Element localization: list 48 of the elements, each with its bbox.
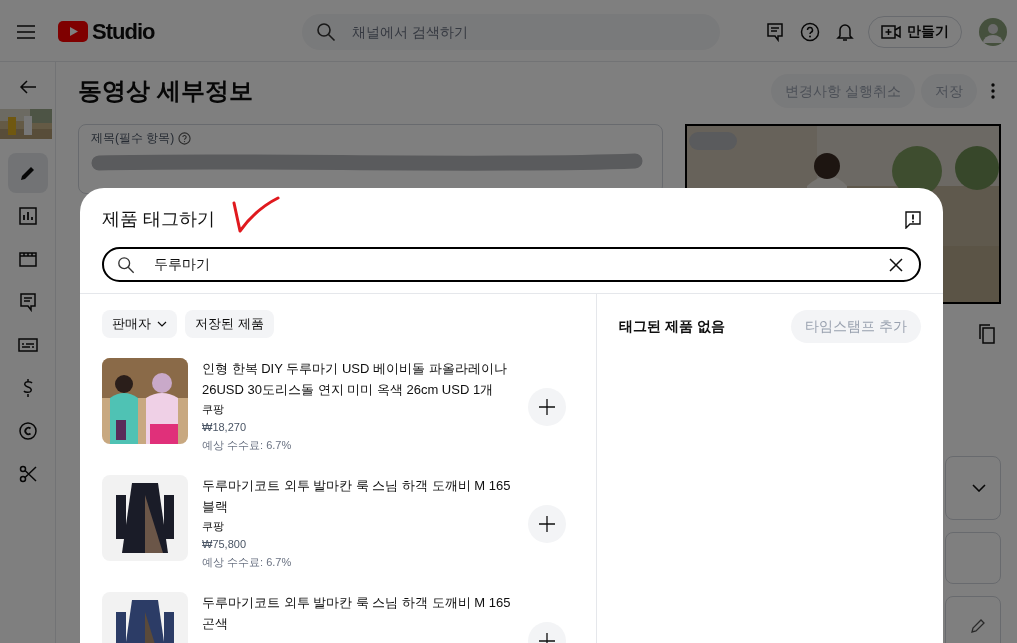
comment-icon (17, 292, 38, 312)
search-icon (316, 21, 337, 42)
seller-name: 쿠팡 (202, 519, 225, 534)
product-title: 두루마기코트 외투 발마칸 룩 스님 하객 도깨비 M 165 곤색 (202, 594, 512, 633)
more-icon[interactable] (991, 83, 995, 99)
nav-item[interactable] (7, 153, 48, 193)
redaction-mark (687, 130, 739, 152)
title-field[interactable]: 제목(필수 항목) (78, 124, 663, 194)
product-price: ₩18,270 (202, 420, 248, 435)
logo-text: Studio (92, 18, 155, 46)
chevron-down-icon[interactable] (972, 484, 986, 492)
product-price: ₩75,800 (202, 537, 248, 552)
plus-icon (539, 516, 555, 532)
search-field[interactable]: 채널에서 검색하기 (302, 13, 721, 50)
help-icon (178, 131, 192, 145)
field-label: 제목(필수 항목) (91, 130, 175, 147)
empty-state-text: 태그된 제품 없음 (619, 317, 725, 336)
commission-text: 예상 수수료: 6.7% (202, 555, 293, 570)
check-mark-drawing (231, 194, 281, 235)
product-search-field[interactable]: 두루마기 (102, 247, 921, 282)
back-arrow-icon[interactable] (18, 79, 37, 95)
film-icon (17, 249, 38, 269)
seller-name: 쿠팡 (202, 402, 225, 417)
bell-icon[interactable] (836, 21, 855, 42)
filter-chip[interactable]: 저장된 제품 (185, 310, 274, 338)
scissors-icon (17, 464, 38, 484)
analytics-icon (17, 206, 38, 226)
add-product-button[interactable] (528, 388, 566, 426)
search-icon (117, 255, 135, 274)
menu-icon[interactable] (16, 23, 36, 40)
comment-icon[interactable] (766, 21, 785, 42)
close-icon[interactable] (889, 257, 903, 272)
page-title: 동영상 세부정보 (78, 76, 253, 106)
commission-text: 예상 수수료: 6.7% (202, 438, 293, 453)
play-logo-icon[interactable] (58, 21, 88, 42)
copyright-icon (17, 421, 38, 441)
copy-icon[interactable] (979, 324, 995, 344)
plus-icon (539, 399, 555, 415)
filter-dropdown[interactable]: 판매자 (102, 310, 177, 338)
add-product-button[interactable] (528, 505, 566, 543)
feedback-icon[interactable] (905, 210, 921, 229)
subtitles-icon (17, 335, 38, 355)
video-plus-icon (881, 23, 902, 40)
dialog-title: 제품 태그하기 (102, 208, 215, 231)
product-title: 인형 한복 DIY 두루마기 USD 베이비돌 파올라레이나 26USD 30도리스돌 연지 미미 옥색 26cm USD 1개 (202, 360, 508, 399)
help-icon[interactable] (800, 21, 821, 42)
pencil-icon[interactable] (970, 618, 986, 634)
product-title: 두루마기코트 외투 발마칸 룩 스님 하객 도깨비 M 165 블랙 (202, 477, 512, 516)
